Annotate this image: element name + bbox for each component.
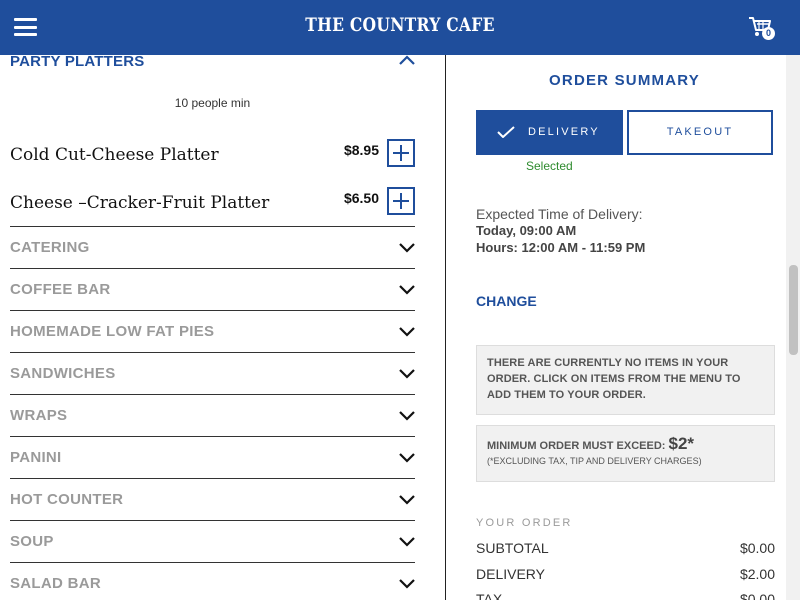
order-summary-title: ORDER SUMMARY [549,72,700,89]
delivery-button[interactable]: DELIVERY [476,110,623,155]
item-name: Cold Cut-Cheese Platter [10,145,219,165]
selected-indicator: Selected [526,159,573,173]
category-sandwiches[interactable]: SANDWICHES [10,352,415,394]
category-wraps[interactable]: WRAPS [10,394,415,436]
your-order-heading: YOUR ORDER [476,517,573,529]
item-name: Cheese –Cracker-Fruit Platter [10,193,270,213]
minimum-order-text: MINIMUM ORDER MUST EXCEED: [487,440,666,452]
page-scrollbar[interactable] [786,55,800,600]
row-label: TAX [476,591,503,600]
chevron-down-icon [399,495,415,505]
subtotal-row: SUBTOTAL $0.00 [476,540,775,558]
top-navbar: THE COUNTRY CAFE 0 [0,0,800,55]
row-value: $0.00 [739,591,775,600]
cart-button[interactable]: 0 [748,16,776,40]
menu-panel: PARTY PLATTERS 10 people min Cold Cut-Ch… [0,55,445,600]
add-item-button[interactable] [387,139,415,167]
item-price: $6.50 [343,190,379,206]
scrollbar-thumb[interactable] [789,265,798,355]
store-hours: Hours: 12:00 AM - 11:59 PM [476,240,646,255]
row-value: $2.00 [739,566,775,582]
plus-icon [393,145,409,161]
category-label: SALAD BAR [10,575,102,592]
delivery-fee-row: DELIVERY $2.00 [476,566,775,584]
minimum-people-note: 10 people min [174,96,251,110]
chevron-down-icon [399,285,415,295]
delivery-label: DELIVERY [528,126,600,138]
category-label: WRAPS [10,407,68,424]
takeout-label: TAKEOUT [666,126,734,138]
category-label: PANINI [10,449,62,466]
category-label: SANDWICHES [10,365,116,382]
category-panini[interactable]: PANINI [10,436,415,478]
section-title: PARTY PLATTERS [10,55,145,70]
chevron-down-icon [399,579,415,589]
chevron-down-icon [399,327,415,337]
tax-row: TAX $0.00 [476,591,775,600]
category-hot-counter[interactable]: HOT COUNTER [10,478,415,520]
section-header-party-platters[interactable]: PARTY PLATTERS [10,55,415,83]
chevron-down-icon [399,411,415,421]
chevron-up-icon [399,55,415,65]
minimum-order-box: MINIMUM ORDER MUST EXCEED: $2* (*EXCLUDI… [476,425,775,482]
minimum-order-note: (*EXCLUDING TAX, TIP AND DELIVERY CHARGE… [487,456,702,466]
category-coffee-bar[interactable]: COFFEE BAR [10,268,415,310]
expected-time-label: Expected Time of Delivery: [476,206,643,222]
takeout-button[interactable]: TAKEOUT [627,110,773,155]
brand-logo[interactable]: THE COUNTRY CAFE [72,14,728,36]
expected-time-value: Today, 09:00 AM [476,223,577,238]
chevron-down-icon [399,369,415,379]
chevron-down-icon [399,537,415,547]
category-label: COFFEE BAR [10,281,111,298]
category-soup[interactable]: SOUP [10,520,415,562]
hamburger-menu-icon[interactable] [14,18,37,36]
menu-item[interactable]: Cheese –Cracker-Fruit Platter $6.50 [10,187,415,217]
chevron-down-icon [399,243,415,253]
minimum-order-amount: $2* [668,434,695,453]
category-homemade-low-fat-pies[interactable]: HOMEMADE LOW FAT PIES [10,310,415,352]
cart-count-badge: 0 [762,27,775,40]
checkmark-icon [497,126,515,138]
row-label: DELIVERY [476,566,545,582]
category-label: CATERING [10,239,90,256]
category-label: HOT COUNTER [10,491,124,508]
category-label: SOUP [10,533,54,550]
menu-item[interactable]: Cold Cut-Cheese Platter $8.95 [10,139,415,169]
category-salad-bar[interactable]: SALAD BAR [10,562,415,600]
category-label: HOMEMADE LOW FAT PIES [10,323,215,340]
category-catering[interactable]: CATERING [10,226,415,268]
item-price: $8.95 [343,142,379,158]
row-value: $0.00 [739,540,775,556]
order-summary-panel: ORDER SUMMARY DELIVERY TAKEOUT Selected … [446,55,800,600]
change-link[interactable]: CHANGE [476,293,537,309]
empty-order-notice: THERE ARE CURRENTLY NO ITEMS IN YOUR ORD… [476,345,775,415]
chevron-down-icon [399,453,415,463]
row-label: SUBTOTAL [476,540,549,556]
add-item-button[interactable] [387,187,415,215]
plus-icon [393,193,409,209]
